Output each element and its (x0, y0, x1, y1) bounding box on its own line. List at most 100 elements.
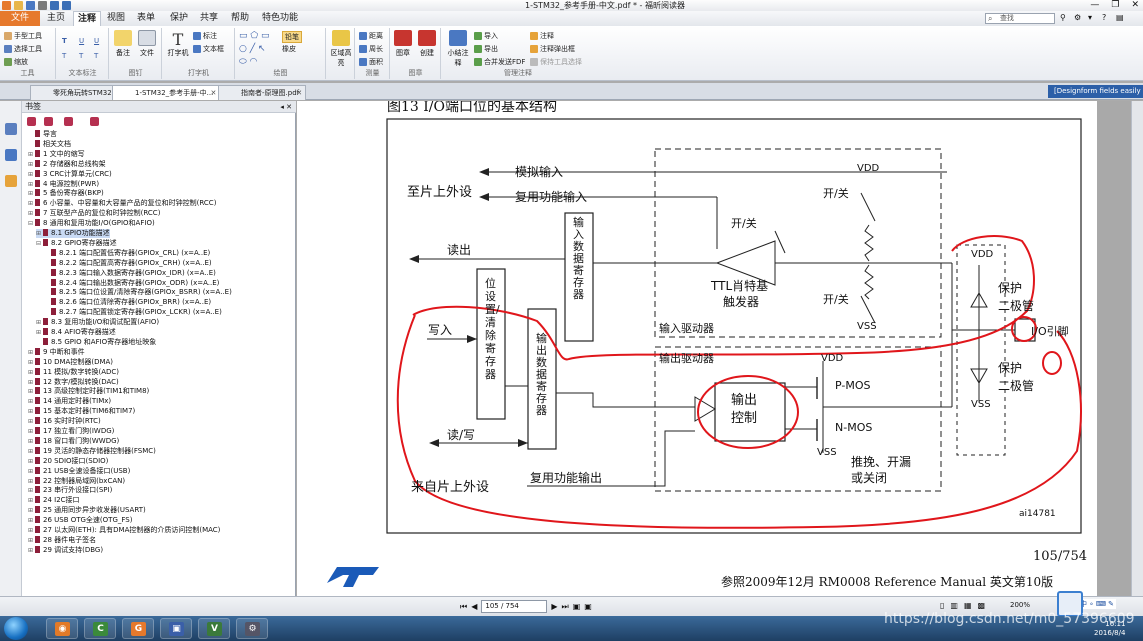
bookmark-add-icon[interactable] (27, 117, 36, 126)
bookmark-item[interactable]: 导言 (28, 130, 57, 139)
replace-text-button[interactable]: T (79, 52, 83, 60)
bookmark-item[interactable]: ⊞ 1 文中的缩写 (28, 149, 85, 159)
keep-tool-selected-button[interactable]: 保持工具选择 (530, 57, 582, 67)
bookmark-delete-icon[interactable] (90, 117, 99, 126)
minimize-icon[interactable]: — (1090, 0, 1099, 10)
bookmark-item[interactable]: ⊞ 16 实时时钟(RTC) (28, 417, 101, 426)
page-number-input[interactable]: 105 / 754 (481, 600, 548, 613)
underline-button[interactable]: U (79, 37, 84, 45)
open-icon[interactable] (14, 1, 23, 10)
chevron-down-icon[interactable]: ▾ (1088, 13, 1092, 22)
expand-toggle-icon[interactable]: ⊞ (28, 170, 34, 179)
bookmark-item[interactable]: ⊞ 27 以太网(ETH): 具有DMA控制器的介质访问控制(MAC) (28, 526, 220, 535)
bookmark-item[interactable]: ⊞ 8.4 AFIO寄存器描述 (36, 328, 116, 337)
maximize-icon[interactable]: ❐ (1111, 0, 1119, 10)
expand-toggle-icon[interactable]: ⊟ (36, 239, 42, 248)
expand-toggle-icon[interactable]: ⊞ (28, 368, 34, 377)
expand-toggle-icon[interactable]: ⊞ (28, 437, 34, 446)
tab-view[interactable]: 视图 (107, 11, 125, 26)
bookmark-item[interactable]: ⊞ 18 窗口看门狗(WWDG) (28, 436, 119, 446)
tab-share[interactable]: 共享 (200, 11, 218, 26)
expand-toggle-icon[interactable]: ⊞ (36, 318, 42, 327)
doc-tab-2[interactable]: 1-STM32_参考手册-中... ✕ (112, 85, 221, 100)
expand-toggle-icon[interactable]: ⊞ (28, 387, 34, 396)
bookmark-item[interactable]: ⊞ 7 互联型产品的复位和时钟控制(RCC) (28, 209, 160, 218)
create-stamp-button[interactable]: 创建 (418, 30, 436, 58)
bookmark-item[interactable]: 相关文档 (28, 139, 71, 149)
expand-toggle-icon[interactable]: ⊞ (28, 358, 34, 367)
bookmark-item[interactable]: ⊞ 22 控制器局域网(bxCAN) (28, 476, 125, 486)
expand-toggle-icon[interactable]: ⊞ (28, 427, 34, 436)
taskbar-foxit[interactable]: G (122, 618, 154, 639)
zoom-level[interactable]: 200% (1010, 601, 1030, 609)
eraser-button[interactable]: 橡皮 (282, 44, 296, 54)
expand-toggle-icon[interactable]: ⊞ (28, 348, 34, 357)
search-input[interactable]: ⌕ 查找 (985, 13, 1055, 24)
expand-toggle-icon[interactable]: ⊞ (28, 457, 34, 466)
close-tab-icon[interactable]: ✕ (296, 86, 302, 100)
first-page-icon[interactable]: ⏮ (460, 602, 467, 612)
close-tab-icon[interactable]: ✕ (210, 86, 216, 100)
search-options-icon[interactable]: ⚲ (1060, 13, 1066, 22)
expand-toggle-icon[interactable]: ⊞ (36, 229, 42, 238)
bookmark-item[interactable]: ⊞ 28 器件电子签名 (28, 535, 96, 545)
callout-button[interactable]: 标注 (193, 31, 217, 41)
bookmark-item[interactable]: ⊞ 9 中断和事件 (28, 347, 85, 357)
panel-options-icon[interactable]: ◂ ✕ (280, 101, 292, 113)
grid-icon[interactable]: ▩ (978, 601, 986, 610)
comment-popup-button[interactable]: 注释弹出框 (530, 44, 575, 54)
expand-toggle-icon[interactable]: ⊞ (28, 378, 34, 387)
continuous-icon[interactable]: ▥ (950, 601, 958, 610)
expand-toggle-icon[interactable]: ⊞ (28, 486, 34, 495)
bookmark-item[interactable]: ⊟ 8.2 GPIO寄存器描述 (36, 238, 117, 248)
bookmark-item[interactable]: ⊞ 26 USB OTG全速(OTG_FS) (28, 516, 132, 525)
expand-toggle-icon[interactable]: ⊞ (28, 407, 34, 416)
stamp-button[interactable]: 图章 (394, 30, 412, 58)
bookmark-item[interactable]: 8.2.4 端口输出数据寄存器(GPIOx_ODR) (x=A..E) (44, 278, 219, 288)
tab-home[interactable]: 主页 (47, 11, 65, 26)
bookmark-item[interactable]: ⊞ 15 基本定时器(TIM6和TIM7) (28, 407, 135, 416)
comments-panel-icon[interactable] (5, 175, 17, 187)
bookmark-item[interactable]: 8.2.6 端口位清除寄存器(GPIOx_BRR) (x=A..E) (44, 298, 211, 307)
expand-toggle-icon[interactable]: ⊞ (28, 536, 34, 545)
expand-toggle-icon[interactable]: ⊞ (36, 328, 42, 337)
expand-toggle-icon[interactable]: ⊞ (28, 417, 34, 426)
print-icon[interactable] (38, 1, 47, 10)
expand-toggle-icon[interactable]: ⊟ (28, 219, 34, 228)
bookmark-item[interactable]: ⊞ 14 通用定时器(TIMx) (28, 397, 111, 406)
bookmark-item[interactable]: ⊞ 2 存储器和总线构架 (28, 159, 106, 169)
expand-toggle-icon[interactable]: ⊞ (28, 496, 34, 505)
perimeter-button[interactable]: 周长 (359, 44, 383, 54)
close-icon[interactable]: ✕ (1131, 0, 1139, 10)
facing-icon[interactable]: ▦ (964, 601, 972, 610)
expand-toggle-icon[interactable]: ⊞ (28, 150, 34, 159)
save-icon[interactable] (26, 1, 35, 10)
expand-toggle-icon[interactable]: ⊞ (28, 477, 34, 486)
bookmark-item[interactable]: 8.2.3 端口输入数据寄存器(GPIOx_IDR) (x=A..E) (44, 268, 216, 278)
expand-toggle-icon[interactable]: ⊞ (28, 180, 34, 189)
tab-features[interactable]: 特色功能 (262, 11, 298, 26)
bookmark-item[interactable]: ⊞ 25 通用同步异步收发器(USART) (28, 506, 146, 515)
page-view-icon[interactable]: ▣ (573, 602, 581, 611)
textbox-button[interactable]: 文本框 (193, 44, 224, 54)
bookmark-item[interactable]: ⊞ 6 小容量、中容量和大容量产品的复位和时钟控制(RCC) (28, 199, 216, 208)
expand-toggle-icon[interactable]: ⊞ (28, 209, 34, 218)
distance-button[interactable]: 距离 (359, 31, 383, 41)
next-page-icon[interactable]: ▶ (551, 602, 557, 611)
bookmark-item[interactable]: ⊞ 24 I2C接口 (28, 496, 80, 505)
bookmark-item[interactable]: ⊞ 17 独立看门狗(IWDG) (28, 427, 114, 436)
bookmark-item[interactable]: ⊞ 11 模拟/数字转换(ADC) (28, 367, 119, 377)
taskbar-c-app[interactable]: C (84, 618, 116, 639)
bookmark-item[interactable]: ⊞ 10 DMA控制器(DMA) (28, 357, 113, 367)
hand-tool-button[interactable]: 手型工具 (4, 31, 42, 41)
tab-form[interactable]: 表单 (137, 11, 155, 26)
bookmark-item[interactable]: ⊞ 8.1 GPIO功能描述 (36, 229, 110, 238)
prev-page-icon[interactable]: ◀ (471, 602, 477, 611)
expand-toggle-icon[interactable]: ⊞ (28, 506, 34, 515)
taskbar-app-6[interactable]: ⚙ (236, 618, 268, 639)
bookmark-item[interactable]: ⊞ 5 备份寄存器(BKP) (28, 189, 104, 198)
expand-toggle-icon[interactable]: ⊞ (28, 467, 34, 476)
bookmark-item[interactable]: ⊞ 13 高级控制定时器(TIM1和TIM8) (28, 387, 149, 396)
expand-toggle-icon[interactable]: ⊞ (28, 516, 34, 525)
comments-menu-button[interactable]: 注释 (530, 31, 554, 41)
